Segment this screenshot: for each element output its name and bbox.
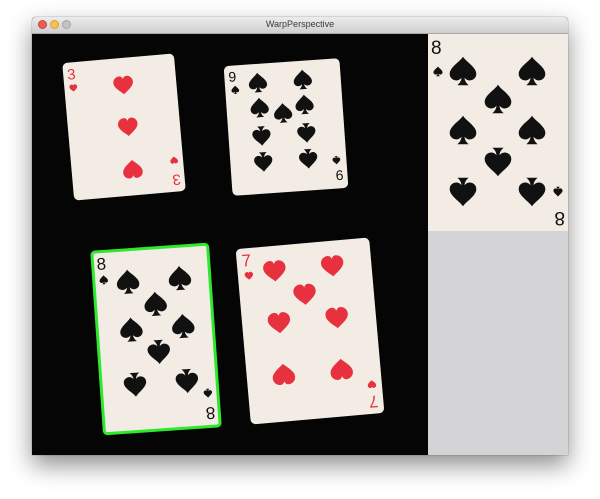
card-face (428, 34, 568, 231)
card-face (236, 237, 384, 425)
cards-image: 3 3 9 9 8 8 7 7 (62, 53, 385, 436)
card-face (223, 58, 349, 196)
card-rank-top: 8 (431, 38, 442, 59)
card-9-spades[interactable]: 9 9 (223, 58, 349, 196)
card-rank-bottom: 9 (335, 167, 344, 184)
card-rank-bottom: 3 (172, 170, 182, 188)
window-title: WarpPerspective (265, 19, 335, 29)
card-rank-bottom: 8 (205, 403, 216, 423)
card-8-spades-selected[interactable]: 8 8 (90, 242, 222, 436)
card-rank-bottom: 8 (554, 207, 565, 228)
app-window: WarpPerspective 3 3 9 9 8 8 7 7 8 8 (32, 17, 568, 455)
card-face (92, 244, 220, 434)
title-bar[interactable]: WarpPerspective (32, 17, 568, 34)
warped-output-view: 8 8 (428, 34, 568, 455)
card-7-hearts[interactable]: 7 7 (236, 237, 385, 425)
card-rank-bottom: 7 (368, 391, 379, 411)
source-image-view: 3 3 9 9 8 8 7 7 (32, 34, 428, 455)
warped-card-8-spades: 8 8 (428, 34, 568, 231)
card-3-hearts[interactable]: 3 3 (62, 53, 186, 201)
card-rank-top: 8 (96, 254, 107, 274)
card-rank-top: 3 (67, 66, 77, 84)
window-content: 3 3 9 9 8 8 7 7 8 8 (32, 34, 568, 455)
card-rank-top: 7 (241, 251, 252, 271)
card-rank-top: 9 (228, 68, 237, 85)
